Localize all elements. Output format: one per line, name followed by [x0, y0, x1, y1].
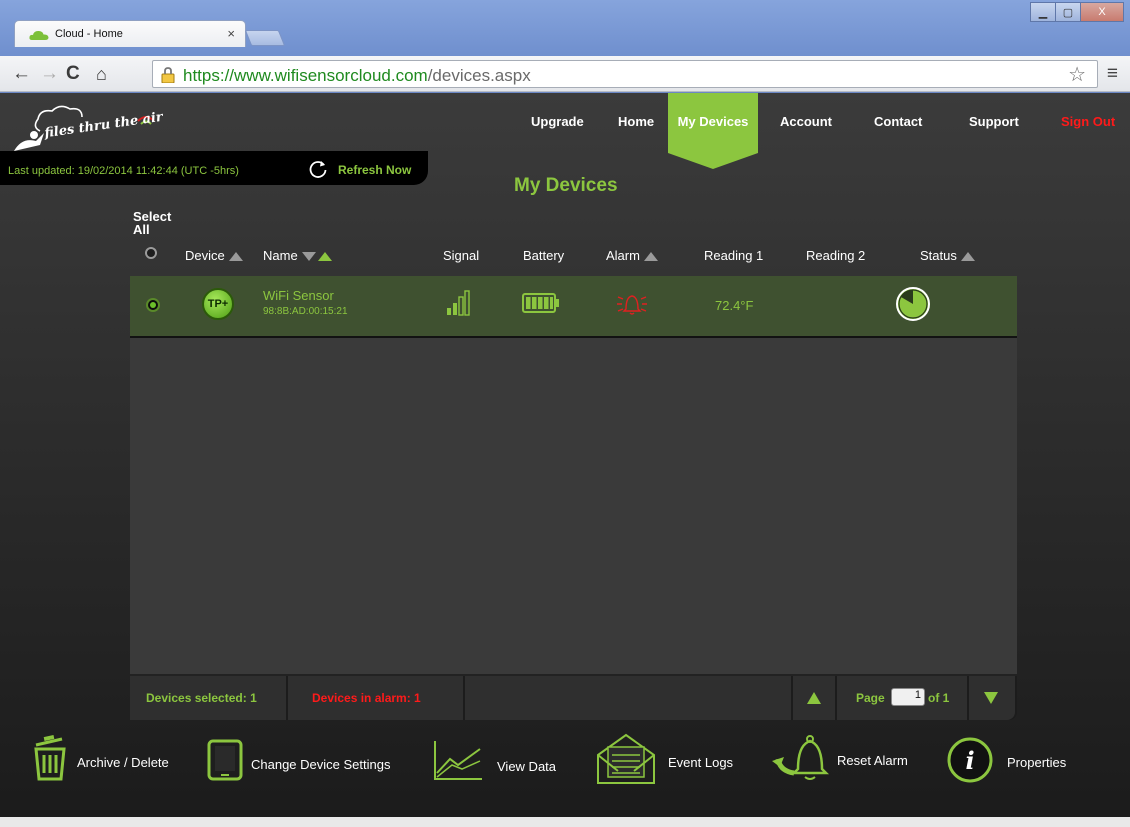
browser-tab[interactable]: Cloud - Home × [14, 20, 246, 47]
window-controls: ▁ ▢ X [1030, 2, 1124, 22]
forward-icon[interactable]: → [40, 64, 59, 84]
col-name-label: Name [263, 248, 298, 263]
status-icon [896, 287, 930, 321]
home-icon[interactable]: ⌂ [96, 64, 107, 84]
url-path: /devices.aspx [427, 66, 531, 85]
reset-alarm-button[interactable]: Reset Alarm [837, 753, 908, 768]
bell-reset-icon[interactable] [772, 733, 830, 783]
minimize-button[interactable]: ▁ [1030, 2, 1056, 22]
nav-sign-out[interactable]: Sign Out [1061, 114, 1115, 129]
page-label: Page [856, 691, 885, 705]
lock-icon [161, 67, 175, 83]
page-bottom-edge [0, 817, 1130, 827]
page-down-icon[interactable] [984, 692, 998, 704]
back-icon[interactable]: ← [12, 64, 31, 84]
tab-title: Cloud - Home [55, 28, 123, 40]
new-tab-button[interactable] [244, 30, 286, 46]
col-reading1: Reading 1 [704, 248, 764, 263]
col-device-label: Device [185, 248, 225, 263]
row-select-radio[interactable] [146, 298, 160, 312]
col-alarm[interactable]: Alarm [606, 248, 658, 263]
refresh-now-button[interactable]: Refresh Now [338, 163, 411, 177]
col-status-label: Status [920, 248, 957, 263]
browser-toolbar: ← → C ⌂ https://www.wifisensorcloud.com/… [0, 56, 1130, 92]
bookmark-star-icon[interactable]: ☆ [1068, 62, 1086, 87]
col-battery: Battery [523, 248, 565, 263]
browser-titlebar: Cloud - Home × ▁ ▢ X [0, 0, 1130, 56]
nav-my-devices[interactable]: My Devices [668, 93, 758, 169]
change-device-settings-button[interactable]: Change Device Settings [251, 757, 390, 772]
selected-count-cell: Devices selected: 1 [130, 676, 286, 720]
alarm-count-cell: Devices in alarm: 1 [288, 676, 463, 720]
envelope-icon[interactable] [594, 733, 658, 785]
page-down-cell[interactable] [969, 676, 1015, 720]
address-bar[interactable]: https://www.wifisensorcloud.com/devices.… [152, 60, 1098, 88]
sort-up-icon [960, 252, 975, 262]
nav-active-indicator [668, 93, 758, 169]
url-text: https://www.wifisensorcloud.com/devices.… [183, 66, 531, 86]
device-type-badge[interactable]: TP+ [202, 288, 234, 320]
alarm-bell-icon [617, 295, 647, 315]
sort-up-icon [228, 252, 243, 262]
chart-icon[interactable] [432, 739, 484, 781]
nav-support[interactable]: Support [969, 114, 1019, 129]
page-up-cell[interactable] [793, 676, 835, 720]
update-bar: Last updated: 19/02/2014 11:42:44 (UTC -… [0, 151, 428, 185]
reload-icon[interactable]: C [66, 64, 80, 84]
nav-contact[interactable]: Contact [874, 114, 922, 129]
col-reading2: Reading 2 [806, 248, 866, 263]
refresh-icon[interactable] [308, 159, 328, 179]
reading-1-value: 72.4°F [715, 298, 754, 313]
col-signal: Signal [443, 248, 480, 263]
url-host: https://www.wifisensorcloud.com [183, 66, 428, 85]
nav-upgrade[interactable]: Upgrade [531, 114, 584, 129]
last-updated-text: Last updated: 19/02/2014 11:42:44 (UTC -… [8, 165, 239, 177]
devices-selected-count: Devices selected: 1 [146, 691, 257, 705]
devices-in-alarm-count: Devices in alarm: 1 [312, 691, 421, 705]
properties-button[interactable]: Properties [1007, 755, 1066, 770]
view-data-button[interactable]: View Data [497, 759, 556, 774]
close-window-button[interactable]: X [1080, 2, 1124, 22]
col-device[interactable]: Device [185, 248, 243, 263]
footer-spacer [465, 676, 791, 720]
table-row[interactable]: TP+ WiFi Sensor 98:8B:AD:00:15:21 72.4°F [130, 276, 1017, 338]
select-all-radio[interactable] [145, 247, 157, 259]
pagination: Page 1 of 1 [837, 676, 967, 720]
sort-up-active-icon [317, 252, 332, 262]
col-status[interactable]: Status [920, 248, 975, 263]
sort-down-icon [301, 252, 316, 262]
page-content: files thru the air Upgrade Home My Devic… [0, 93, 1130, 827]
page-title: My Devices [514, 175, 618, 196]
event-logs-button[interactable]: Event Logs [668, 755, 733, 770]
page-number-input[interactable]: 1 [891, 688, 925, 706]
info-icon[interactable]: i [947, 737, 993, 783]
device-table: TP+ WiFi Sensor 98:8B:AD:00:15:21 72.4°F [130, 276, 1017, 674]
signal-strength-icon [447, 290, 470, 316]
nav-account[interactable]: Account [780, 114, 832, 129]
svg-text:i: i [965, 746, 974, 775]
device-mac: 98:8B:AD:00:15:21 [263, 306, 348, 317]
col-name[interactable]: Name [263, 248, 332, 263]
nav-home[interactable]: Home [618, 114, 654, 129]
page-total: of 1 [928, 691, 950, 705]
page-up-icon[interactable] [807, 692, 821, 704]
battery-icon [522, 293, 559, 313]
table-footer: Devices selected: 1 Devices in alarm: 1 … [130, 676, 1017, 720]
tablet-icon[interactable] [207, 739, 243, 781]
cloud-icon [29, 30, 49, 40]
maximize-button[interactable]: ▢ [1055, 2, 1081, 22]
trash-icon[interactable] [32, 735, 68, 781]
nav-my-devices-label: My Devices [677, 114, 749, 129]
menu-icon[interactable]: ≡ [1107, 63, 1118, 85]
device-name[interactable]: WiFi Sensor [263, 288, 334, 303]
action-toolbar: Archive / Delete Change Device Settings … [0, 733, 1130, 803]
col-alarm-label: Alarm [606, 248, 640, 263]
tab-close-icon[interactable]: × [227, 26, 235, 41]
sort-up-icon [643, 252, 658, 262]
archive-delete-button[interactable]: Archive / Delete [77, 755, 169, 770]
select-all-label: Select All [133, 209, 172, 237]
main-nav: Upgrade Home My Devices Account Contact … [0, 93, 1130, 169]
